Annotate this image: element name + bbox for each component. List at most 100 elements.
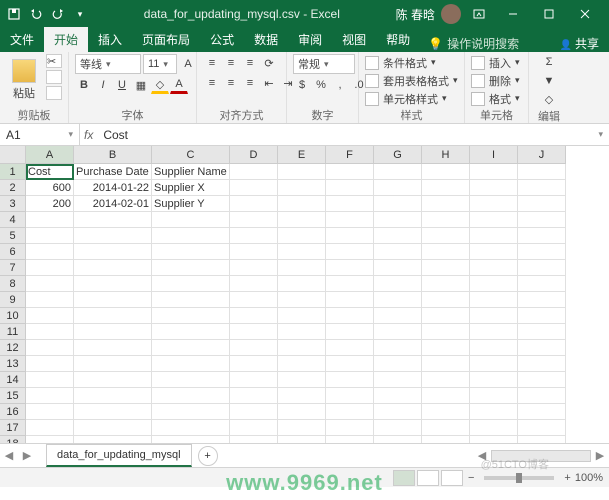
cell-styles-button[interactable]: 单元格样式 ▾ — [365, 90, 458, 107]
row-header[interactable]: 11 — [0, 324, 26, 340]
cell[interactable] — [230, 356, 278, 372]
percent-button[interactable]: % — [312, 76, 330, 94]
sheet-nav-next[interactable]: ▶ — [18, 444, 36, 467]
cell[interactable] — [518, 420, 566, 436]
zoom-level[interactable]: 100% — [575, 472, 603, 484]
tab-data[interactable]: 数据 — [244, 27, 288, 52]
cell[interactable] — [374, 356, 422, 372]
row-header[interactable]: 5 — [0, 228, 26, 244]
cell[interactable] — [326, 244, 374, 260]
font-color-button[interactable]: A — [170, 76, 188, 94]
fx-icon[interactable]: fx — [84, 128, 93, 142]
cell[interactable] — [518, 388, 566, 404]
cell[interactable] — [326, 212, 374, 228]
cell[interactable] — [374, 308, 422, 324]
cell[interactable] — [374, 388, 422, 404]
cell[interactable] — [326, 260, 374, 276]
cell[interactable] — [422, 420, 470, 436]
cell[interactable] — [326, 420, 374, 436]
column-header[interactable]: A — [26, 146, 74, 164]
align-center-button[interactable]: ≡ — [222, 74, 240, 92]
autosave-icon[interactable] — [6, 6, 22, 22]
row-header[interactable]: 12 — [0, 340, 26, 356]
cell[interactable] — [278, 164, 326, 180]
cell[interactable] — [152, 388, 230, 404]
cell[interactable] — [26, 260, 74, 276]
cell[interactable] — [74, 276, 152, 292]
cell[interactable] — [26, 420, 74, 436]
tab-help[interactable]: 帮助 — [376, 27, 420, 52]
insert-cells-button[interactable]: 插入 ▾ — [471, 54, 520, 71]
cell[interactable] — [26, 356, 74, 372]
tab-formulas[interactable]: 公式 — [200, 27, 244, 52]
cell[interactable] — [422, 164, 470, 180]
conditional-format-button[interactable]: 条件格式 ▾ — [365, 54, 458, 71]
currency-button[interactable]: $ — [293, 76, 311, 94]
cell[interactable] — [230, 292, 278, 308]
cell[interactable] — [326, 228, 374, 244]
align-bottom-button[interactable]: ≡ — [241, 54, 259, 72]
align-left-button[interactable]: ≡ — [203, 74, 221, 92]
cell[interactable] — [374, 164, 422, 180]
cell[interactable] — [326, 372, 374, 388]
cell[interactable] — [374, 324, 422, 340]
cell[interactable] — [152, 244, 230, 260]
cell[interactable] — [26, 276, 74, 292]
cell[interactable] — [518, 404, 566, 420]
select-all-button[interactable] — [0, 146, 26, 164]
worksheet-grid[interactable]: ABCDEFGHIJ 1CostPurchase DateSupplier Na… — [0, 146, 609, 443]
cell[interactable]: Purchase Date — [74, 164, 152, 180]
cell[interactable] — [74, 292, 152, 308]
cell[interactable] — [74, 420, 152, 436]
cell[interactable] — [278, 212, 326, 228]
font-name-combo[interactable]: 等线▾ — [75, 54, 141, 74]
scroll-right-button[interactable]: ▶ — [591, 444, 609, 467]
cell[interactable] — [152, 372, 230, 388]
cell[interactable] — [326, 436, 374, 443]
cell[interactable] — [230, 388, 278, 404]
cell[interactable] — [326, 308, 374, 324]
cell[interactable] — [518, 372, 566, 388]
column-header[interactable]: E — [278, 146, 326, 164]
cell[interactable] — [470, 404, 518, 420]
cell[interactable] — [230, 212, 278, 228]
horizontal-scrollbar[interactable] — [491, 450, 591, 462]
cell[interactable] — [326, 292, 374, 308]
cell[interactable] — [26, 340, 74, 356]
cell[interactable] — [422, 356, 470, 372]
cell[interactable] — [230, 276, 278, 292]
zoom-in-button[interactable]: + — [564, 472, 570, 484]
column-header[interactable]: B — [74, 146, 152, 164]
cell[interactable]: Cost — [26, 164, 74, 180]
cell[interactable] — [374, 420, 422, 436]
cell[interactable] — [422, 260, 470, 276]
align-right-button[interactable]: ≡ — [241, 74, 259, 92]
cell[interactable]: Supplier Y — [152, 196, 230, 212]
sheet-nav-prev[interactable]: ◀ — [0, 444, 18, 467]
cell[interactable] — [470, 228, 518, 244]
cell[interactable] — [470, 164, 518, 180]
cell[interactable] — [278, 308, 326, 324]
tab-home[interactable]: 开始 — [44, 27, 88, 52]
cell[interactable] — [26, 212, 74, 228]
cell[interactable] — [26, 388, 74, 404]
cell[interactable] — [470, 356, 518, 372]
column-header[interactable]: G — [374, 146, 422, 164]
redo-icon[interactable] — [50, 6, 66, 22]
align-top-button[interactable]: ≡ — [203, 54, 221, 72]
clear-button[interactable]: ◇ — [540, 91, 558, 108]
tab-review[interactable]: 审阅 — [288, 27, 332, 52]
undo-icon[interactable] — [28, 6, 44, 22]
cell[interactable] — [230, 308, 278, 324]
cell[interactable] — [422, 372, 470, 388]
cell[interactable] — [374, 340, 422, 356]
cell[interactable] — [470, 420, 518, 436]
cell[interactable] — [422, 292, 470, 308]
cell[interactable] — [326, 356, 374, 372]
orientation-button[interactable]: ⟳ — [260, 54, 278, 72]
cell[interactable] — [518, 324, 566, 340]
cell[interactable] — [374, 212, 422, 228]
align-middle-button[interactable]: ≡ — [222, 54, 240, 72]
qat-dropdown-icon[interactable]: ▾ — [72, 6, 88, 22]
maximize-button[interactable] — [531, 0, 567, 28]
